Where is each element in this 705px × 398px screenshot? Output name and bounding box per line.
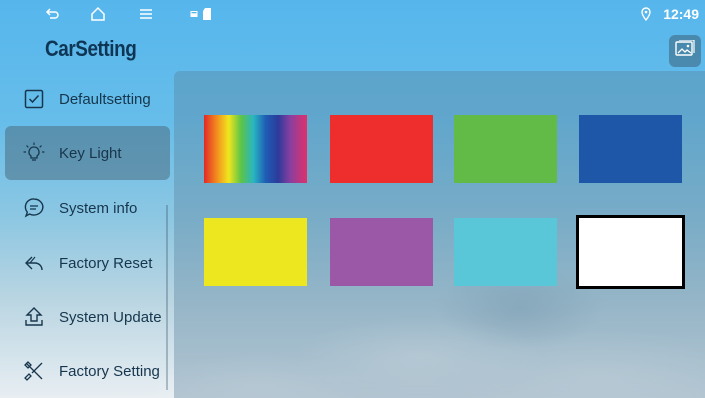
- back-icon[interactable]: [44, 6, 60, 22]
- home-icon[interactable]: [90, 6, 106, 22]
- notification-icon: [190, 10, 198, 18]
- sidebar-item-label: Defaultsetting: [59, 90, 151, 108]
- reset-icon: [23, 252, 45, 274]
- sidebar-scrollbar[interactable]: [166, 205, 168, 390]
- sidebar-item-key-light[interactable]: Key Light: [5, 126, 170, 180]
- menu-icon[interactable]: [138, 6, 154, 22]
- status-bar: 12:49: [0, 0, 705, 28]
- color-swatch-white[interactable]: [576, 215, 685, 289]
- sd-card-icon: [203, 8, 211, 20]
- app-title: CarSetting: [45, 36, 137, 61]
- sidebar-item-system-update[interactable]: System Update: [5, 290, 170, 344]
- sidebar-item-label: System info: [59, 199, 138, 217]
- sidebar-item-label: Factory Reset: [59, 254, 153, 272]
- color-swatch-rainbow[interactable]: [204, 115, 307, 183]
- color-swatch-green[interactable]: [454, 115, 557, 183]
- sidebar-item-label: System Update: [59, 308, 162, 326]
- checkbox-icon: [23, 88, 45, 110]
- clock: 12:49: [663, 6, 699, 22]
- sidebar-item-label: Key Light: [59, 144, 122, 162]
- color-swatch-blue[interactable]: [579, 115, 682, 183]
- tools-icon: [23, 360, 45, 382]
- sidebar-item-factory-reset[interactable]: Factory Reset: [5, 236, 170, 290]
- sidebar: Defaultsetting Key Light System info Fac…: [0, 72, 172, 398]
- color-swatch-cyan[interactable]: [454, 218, 557, 286]
- bulb-icon: [23, 142, 45, 164]
- sidebar-item-label: Factory Setting: [59, 362, 160, 380]
- wallpaper-icon: [675, 38, 695, 63]
- color-swatch-yellow[interactable]: [204, 218, 307, 286]
- location-icon: [639, 7, 653, 22]
- sidebar-item-defaultsetting[interactable]: Defaultsetting: [5, 72, 170, 126]
- sidebar-item-system-info[interactable]: System info: [5, 181, 170, 235]
- upload-icon: [23, 306, 45, 328]
- sidebar-item-factory-setting[interactable]: Factory Setting: [5, 344, 170, 398]
- wallpaper-button[interactable]: [669, 35, 701, 67]
- color-swatch-purple[interactable]: [330, 218, 433, 286]
- color-swatch-red[interactable]: [330, 115, 433, 183]
- chat-icon: [23, 197, 45, 219]
- key-light-panel: [174, 71, 705, 398]
